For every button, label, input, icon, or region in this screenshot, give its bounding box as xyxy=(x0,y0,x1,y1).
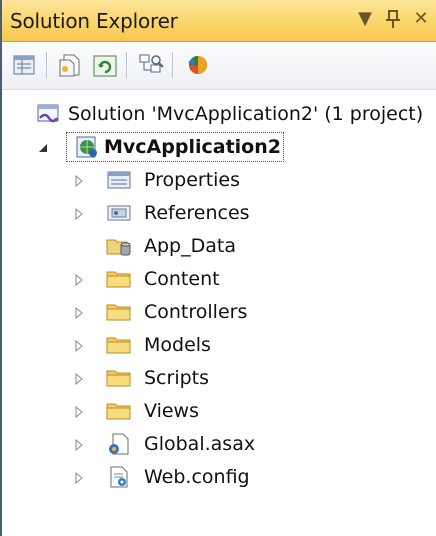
tree-item-project[interactable]: MvcApplication2 xyxy=(2,131,436,164)
solution-icon xyxy=(36,102,62,126)
panel-title: Solution Explorer xyxy=(10,9,178,33)
tree-item-models[interactable]: Models xyxy=(2,329,436,362)
tree-item-web-config[interactable]: Web.config xyxy=(2,461,436,494)
collapsed-arrow-icon[interactable] xyxy=(72,371,86,386)
project-label: MvcApplication2 xyxy=(104,136,281,158)
web-project-icon xyxy=(74,135,100,159)
tree-item-label: Global.asax xyxy=(144,433,256,455)
tree-item-label: Properties xyxy=(144,169,241,191)
properties-window-icon[interactable] xyxy=(10,50,40,80)
tree-item-controllers[interactable]: Controllers xyxy=(2,296,436,329)
properties-icon xyxy=(106,168,132,192)
solution-explorer-toolbar xyxy=(2,42,436,90)
tree-item-label: Scripts xyxy=(144,367,210,389)
folder-icon xyxy=(106,300,132,324)
folder-icon xyxy=(106,399,132,423)
show-all-files-icon[interactable] xyxy=(56,50,86,80)
app-data-folder-icon xyxy=(106,234,132,258)
window-position-dropdown-icon[interactable]: ▼ xyxy=(354,6,376,32)
tree-item-views[interactable]: Views xyxy=(2,395,436,428)
collapsed-arrow-icon[interactable] xyxy=(72,173,86,188)
collapsed-arrow-icon[interactable] xyxy=(72,338,86,353)
tree-item-label: App_Data xyxy=(144,235,236,257)
expanded-arrow-icon[interactable] xyxy=(36,140,50,154)
panel-title-bar: Solution Explorer ▼ ✕ xyxy=(2,0,436,42)
tree-item-content[interactable]: Content xyxy=(2,263,436,296)
solution-label: Solution 'MvcApplication2' (1 project) xyxy=(68,103,424,125)
collapsed-arrow-icon[interactable] xyxy=(72,404,86,419)
tree-item-label: References xyxy=(144,202,250,224)
tree-item-scripts[interactable]: Scripts xyxy=(2,362,436,395)
tree-item-global-asax[interactable]: Global.asax xyxy=(2,428,436,461)
tree-item-solution[interactable]: Solution 'MvcApplication2' (1 project) xyxy=(2,98,436,131)
config-file-icon xyxy=(106,465,132,489)
folder-icon xyxy=(106,333,132,357)
references-icon xyxy=(106,201,132,225)
global-asax-icon xyxy=(106,432,132,456)
folder-icon xyxy=(106,366,132,390)
tree-item-label: Content xyxy=(144,268,220,290)
tree-item-app-data[interactable]: App_Data xyxy=(2,230,436,263)
tree-item-label: Controllers xyxy=(144,301,248,323)
close-icon[interactable]: ✕ xyxy=(410,6,432,32)
collapsed-arrow-icon[interactable] xyxy=(72,470,86,485)
copy-website-icon[interactable] xyxy=(182,50,212,80)
tree-item-properties[interactable]: Properties xyxy=(2,164,436,197)
tree-item-label: Models xyxy=(144,334,211,356)
collapsed-arrow-icon[interactable] xyxy=(72,437,86,452)
refresh-icon[interactable] xyxy=(90,50,120,80)
tree-item-label: Views xyxy=(144,400,199,422)
tree-item-references[interactable]: References xyxy=(2,197,436,230)
solution-explorer-panel: Solution Explorer ▼ ✕ Solution 'MvcAppli… xyxy=(0,0,436,536)
view-class-diagram-icon[interactable] xyxy=(136,50,166,80)
collapsed-arrow-icon[interactable] xyxy=(72,272,86,287)
tree-item-label: Web.config xyxy=(144,466,250,488)
collapsed-arrow-icon[interactable] xyxy=(72,305,86,320)
collapsed-arrow-icon[interactable] xyxy=(72,206,86,221)
auto-hide-pin-icon[interactable] xyxy=(382,6,404,32)
folder-icon xyxy=(106,267,132,291)
